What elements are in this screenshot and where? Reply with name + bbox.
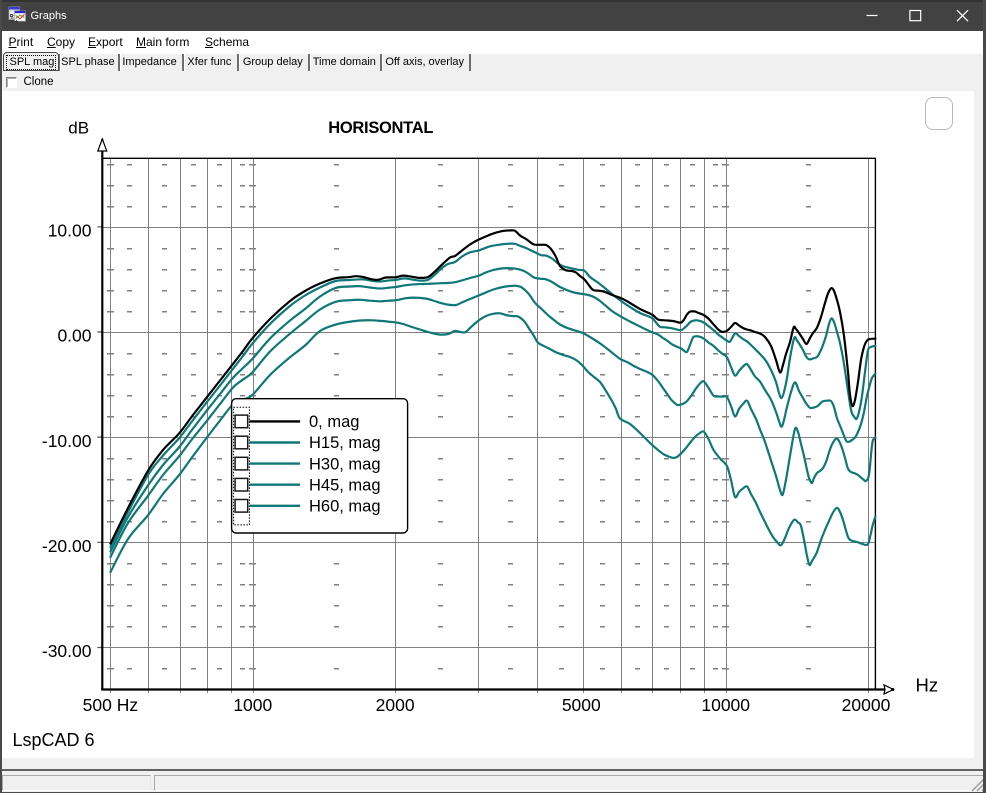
svg-text:dB: dB <box>68 119 89 138</box>
svg-text:2000: 2000 <box>376 695 415 715</box>
svg-text:-10.00: -10.00 <box>42 431 92 451</box>
svg-text:H60, mag: H60, mag <box>309 498 381 516</box>
svg-text:0, mag: 0, mag <box>309 413 359 431</box>
svg-text:-20.00: -20.00 <box>42 536 92 556</box>
svg-text:HORISONTAL: HORISONTAL <box>328 119 433 137</box>
svg-text:5000: 5000 <box>562 695 601 715</box>
svg-text:H15, mag: H15, mag <box>309 434 381 452</box>
svg-text:20000: 20000 <box>842 695 891 715</box>
svg-text:10000: 10000 <box>701 695 750 715</box>
svg-text:H30, mag: H30, mag <box>309 455 381 473</box>
svg-text:Hz: Hz <box>916 675 939 696</box>
svg-text:1000: 1000 <box>233 695 272 715</box>
svg-text:10.00: 10.00 <box>48 221 92 241</box>
svg-text:0.00: 0.00 <box>57 326 91 346</box>
svg-text:-30.00: -30.00 <box>42 641 92 661</box>
svg-text:H45, mag: H45, mag <box>309 476 381 494</box>
svg-text:500 Hz: 500 Hz <box>83 695 138 715</box>
